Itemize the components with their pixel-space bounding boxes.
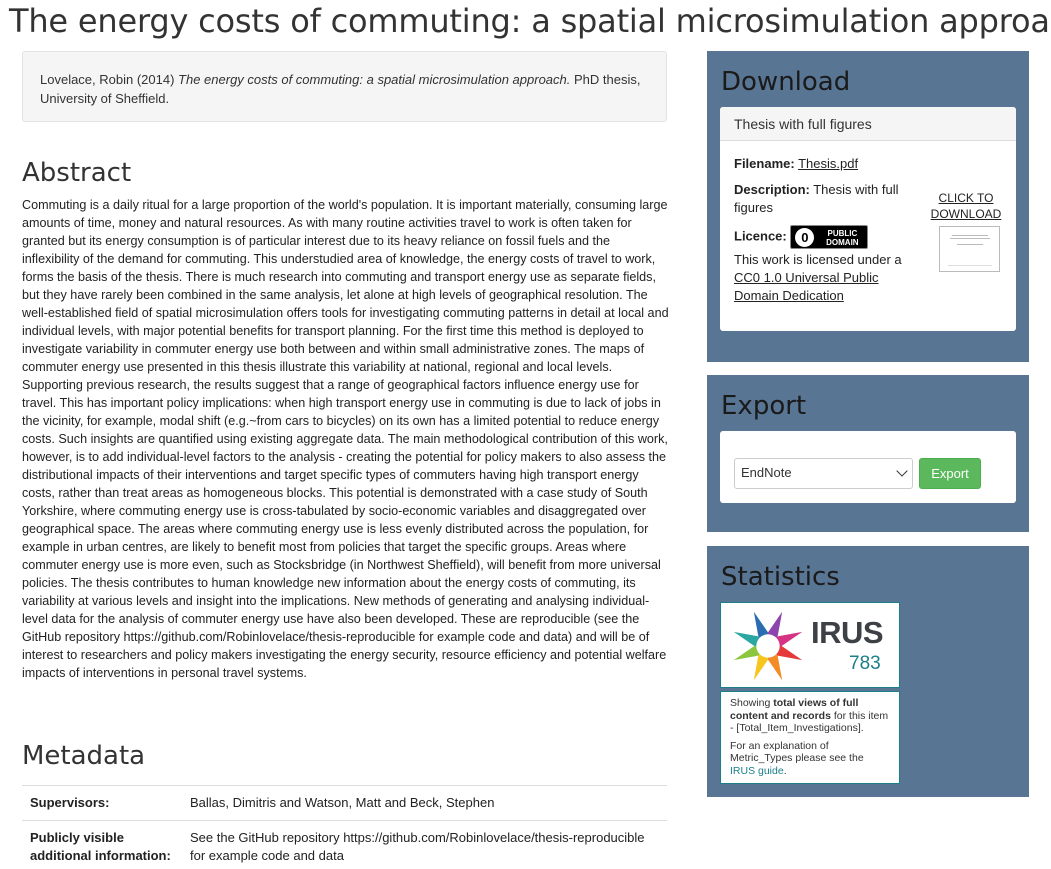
- irus-guide-link[interactable]: IRUS guide: [730, 765, 784, 777]
- click-to-download-link[interactable]: CLICK TO DOWNLOAD: [928, 190, 1004, 222]
- irus-info-box: Showing total views of full content and …: [720, 691, 900, 784]
- irus-widget[interactable]: IRUS 783: [720, 602, 900, 688]
- citation-box: Lovelace, Robin (2014) The energy costs …: [22, 51, 667, 122]
- irus-explain-text: For an explanation of Metric_Types pleas…: [730, 739, 864, 777]
- citation-title: The energy costs of commuting: a spatial…: [178, 72, 571, 87]
- license-text: This work is licensed under a: [734, 252, 902, 267]
- metadata-key: Supervisors:: [22, 785, 182, 821]
- download-card-body: Filename: Thesis.pdf Description: Thesis…: [720, 141, 1016, 327]
- filename-row: Filename: Thesis.pdf: [734, 155, 909, 173]
- license-link[interactable]: CC0 1.0 Universal Public Domain Dedicati…: [734, 270, 879, 303]
- chevron-down-icon: [896, 465, 908, 477]
- download-card: Thesis with full figures Filename: Thesi…: [720, 107, 1016, 331]
- download-panel: Download Thesis with full figures Filena…: [707, 51, 1029, 362]
- badge-text: PUBLIC DOMAIN: [826, 229, 859, 247]
- export-heading: Export: [721, 391, 807, 421]
- licence-row: Licence: 0 PUBLIC DOMAIN: [734, 225, 909, 249]
- filename-link[interactable]: Thesis.pdf: [798, 156, 858, 171]
- export-card: EndNote Export: [720, 431, 1016, 503]
- irus-name: IRUS: [811, 615, 884, 650]
- export-button[interactable]: Export: [919, 458, 981, 489]
- export-selected-format: EndNote: [741, 465, 792, 480]
- license-statement: This work is licensed under a CC0 1.0 Un…: [734, 251, 909, 305]
- statistics-panel: Statistics IRUS 783 Showing total views …: [707, 546, 1029, 797]
- download-card-title: Thesis with full figures: [720, 107, 1016, 141]
- export-format-select[interactable]: EndNote: [734, 458, 913, 489]
- irus-logo-center: [756, 634, 780, 658]
- citation-authors: Lovelace, Robin (2014): [40, 72, 179, 87]
- metadata-value: See the GitHub repository https://github…: [182, 820, 667, 869]
- abstract-heading: Abstract: [22, 158, 132, 188]
- metadata-row: Publicly visible additional information:…: [22, 820, 667, 869]
- export-panel: Export EndNote Export: [707, 375, 1029, 532]
- metadata-table: Supervisors: Ballas, Dimitris and Watson…: [22, 785, 667, 869]
- page-title: The energy costs of commuting: a spatial…: [9, 2, 1051, 40]
- filename-label: Filename:: [734, 156, 795, 171]
- irus-logo-icon: [733, 611, 803, 681]
- metadata-heading: Metadata: [22, 741, 146, 771]
- metadata-row: Supervisors: Ballas, Dimitris and Watson…: [22, 785, 667, 821]
- cc0-icon: 0: [795, 228, 815, 247]
- abstract-text: Commuting is a daily ritual for a large …: [22, 198, 669, 680]
- thesis-thumbnail[interactable]: [939, 226, 1000, 272]
- description-label: Description:: [734, 182, 810, 197]
- metadata-key: Publicly visible additional information:: [22, 820, 182, 869]
- statistics-heading: Statistics: [721, 562, 840, 592]
- public-domain-badge[interactable]: 0 PUBLIC DOMAIN: [790, 225, 869, 249]
- description-row: Description: Thesis with full figures: [734, 181, 909, 217]
- licence-label: Licence:: [734, 228, 787, 244]
- irus-info-text: Showing total views of full content and …: [730, 697, 889, 734]
- metadata-value: Ballas, Dimitris and Watson, Matt and Be…: [182, 785, 667, 821]
- download-heading: Download: [721, 67, 851, 97]
- irus-view-count: 783: [849, 653, 881, 674]
